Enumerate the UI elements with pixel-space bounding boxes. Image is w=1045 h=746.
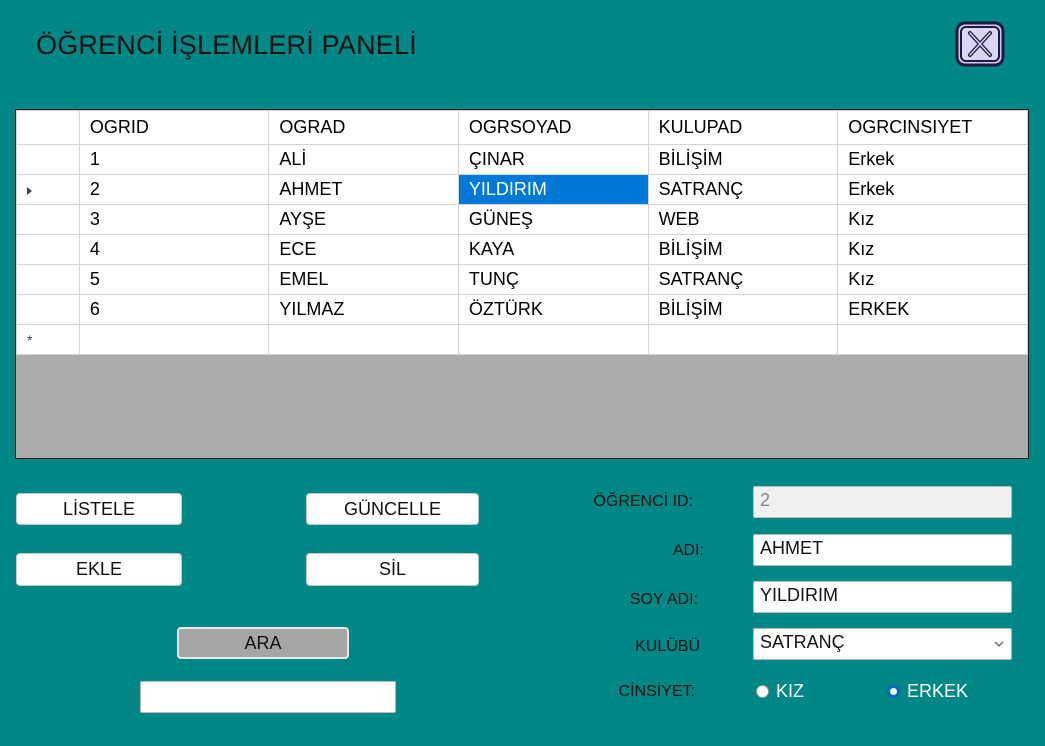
new-row-marker: * — [16, 324, 80, 355]
row-header[interactable] — [16, 264, 80, 295]
search-input[interactable] — [140, 681, 396, 713]
table-cell[interactable]: KAYA — [457, 234, 649, 265]
ad-label: ADI: — [672, 542, 704, 559]
row-header-corner — [16, 110, 80, 145]
column-header[interactable]: OGRAD — [268, 110, 459, 145]
table-cell[interactable]: ÖZTÜRK — [457, 294, 649, 325]
sil-button[interactable]: SİL — [306, 553, 479, 586]
kulup-label: KULÜBÜ — [635, 638, 700, 655]
column-header[interactable]: KULUPAD — [647, 110, 839, 145]
current-row-arrow-icon — [27, 187, 32, 195]
page-title: ÖĞRENCİ İŞLEMLERİ PANELİ — [36, 30, 417, 60]
table-cell[interactable]: EMEL — [268, 264, 459, 295]
table-cell[interactable]: BİLİŞİM — [647, 234, 839, 265]
student-grid[interactable]: OGRID OGRAD OGRSOYAD KULUPAD OGRCINSIYET 1 AL… — [15, 109, 1029, 459]
table-cell[interactable]: Kız — [837, 234, 1028, 265]
table-cell[interactable]: ECE — [268, 234, 459, 265]
table-cell[interactable]: YILMAZ — [268, 294, 459, 325]
row-header[interactable] — [16, 144, 80, 175]
table-cell[interactable]: 2 — [78, 174, 270, 205]
table-cell[interactable]: Kız — [837, 264, 1028, 295]
table-cell[interactable] — [268, 324, 459, 355]
guncelle-button[interactable]: GÜNCELLE — [306, 493, 479, 525]
table-cell[interactable]: GÜNEŞ — [457, 204, 649, 235]
soyad-field[interactable]: YILDIRIM — [753, 581, 1012, 613]
table-cell[interactable]: AYŞE — [268, 204, 459, 235]
table-cell[interactable] — [647, 324, 839, 355]
table-cell[interactable]: 4 — [78, 234, 270, 265]
chevron-down-icon — [994, 641, 1004, 647]
new-row[interactable]: * — [16, 324, 1028, 355]
table-cell[interactable]: BİLİŞİM — [647, 144, 839, 175]
table-cell[interactable] — [457, 324, 649, 355]
table-cell[interactable]: Erkek — [837, 144, 1028, 175]
table-cell[interactable] — [78, 324, 270, 355]
row-header[interactable] — [16, 204, 80, 235]
row-header[interactable] — [16, 174, 80, 205]
row-header[interactable] — [16, 294, 80, 325]
new-row-star: * — [27, 332, 33, 348]
column-header[interactable]: OGRCINSIYET — [837, 110, 1028, 145]
table-cell[interactable]: BİLİŞİM — [647, 294, 839, 325]
student-table: OGRID OGRAD OGRSOYAD KULUPAD OGRCINSIYET 1 AL… — [16, 110, 1028, 355]
table-cell[interactable]: Kız — [837, 204, 1028, 235]
column-header[interactable]: OGRSOYAD — [457, 110, 649, 145]
table-cell[interactable]: AHMET — [268, 174, 459, 205]
table-cell[interactable]: 1 — [78, 144, 270, 175]
table-cell[interactable]: 6 — [78, 294, 270, 325]
listele-button[interactable]: LİSTELE — [16, 493, 182, 525]
column-header[interactable]: OGRID — [78, 110, 270, 145]
table-row[interactable]: 6 YILMAZ ÖZTÜRK BİLİŞİM ERKEK — [16, 294, 1028, 325]
table-cell[interactable]: TUNÇ — [457, 264, 649, 295]
close-button[interactable] — [955, 20, 1005, 68]
radio-erkek-circle — [887, 685, 900, 698]
soyad-label: SOY ADI: — [629, 591, 698, 608]
radio-erkek[interactable]: ERKEK — [887, 681, 968, 702]
cinsiyet-label: CİNSİYET: — [618, 683, 695, 700]
table-row[interactable]: 1 ALİ ÇINAR BİLİŞİM Erkek — [16, 144, 1028, 175]
table-cell[interactable]: 3 — [78, 204, 270, 235]
table-row[interactable]: 2 AHMET YILDIRIM SATRANÇ Erkek — [16, 174, 1028, 205]
table-cell[interactable] — [837, 324, 1028, 355]
ad-field[interactable]: AHMET — [753, 534, 1012, 566]
table-row[interactable]: 5 EMEL TUNÇ SATRANÇ Kız — [16, 264, 1028, 295]
radio-kiz[interactable]: KIZ — [756, 681, 804, 702]
ekle-button[interactable]: EKLE — [16, 553, 182, 586]
ogrenci-id-label: ÖĞRENCİ ID: — [593, 493, 693, 510]
close-x-icon — [955, 21, 1005, 67]
row-header[interactable] — [16, 234, 80, 265]
radio-erkek-label: ERKEK — [907, 681, 969, 701]
ara-button[interactable]: ARA — [177, 627, 349, 659]
table-cell[interactable]: Erkek — [837, 174, 1028, 205]
table-cell[interactable]: WEB — [647, 204, 839, 235]
table-row[interactable]: 4 ECE KAYA BİLİŞİM Kız — [16, 234, 1028, 265]
table-cell[interactable]: ÇINAR — [457, 144, 649, 175]
table-cell[interactable]: SATRANÇ — [647, 174, 839, 205]
table-cell[interactable]: ALİ — [268, 144, 459, 175]
radio-kiz-circle — [756, 685, 769, 698]
table-row[interactable]: 3 AYŞE GÜNEŞ WEB Kız — [16, 204, 1028, 235]
kulup-select-value: SATRANÇ — [760, 632, 845, 652]
kulup-select[interactable]: SATRANÇ — [753, 628, 1012, 660]
table-cell[interactable]: ERKEK — [837, 294, 1028, 325]
ogrenci-id-field[interactable]: 2 — [753, 486, 1012, 518]
table-cell[interactable]: YILDIRIM — [457, 174, 649, 205]
table-cell[interactable]: 5 — [78, 264, 270, 295]
table-cell[interactable]: SATRANÇ — [647, 264, 839, 295]
radio-kiz-label: KIZ — [776, 681, 805, 701]
